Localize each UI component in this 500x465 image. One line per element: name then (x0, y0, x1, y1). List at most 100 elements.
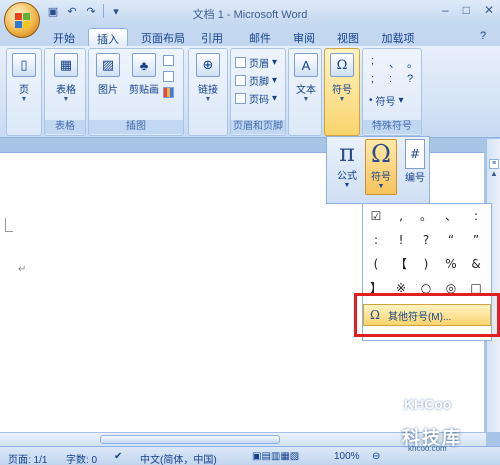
table-label: 表格 (56, 85, 76, 96)
numbering-label: 编号 (405, 173, 425, 184)
ribbon: ▯ 页 ▼ ▦ 表格 ▼ 表格 ▨ 图片 ♣ 剪贴画 插图 ⊕ 链接 ▼ 页眉 … (0, 46, 500, 138)
zoom-level[interactable]: 100% (334, 451, 360, 462)
gallery-symbol[interactable]: : (365, 230, 387, 250)
links-label: 链接 (198, 85, 218, 96)
special-symbol[interactable]: ; (371, 55, 374, 67)
scroll-up-icon[interactable]: ▲ (489, 169, 499, 181)
smartart-icon (163, 71, 174, 82)
footer-button[interactable]: 页脚 ▾ (235, 73, 277, 88)
page-number-button[interactable]: 页码 ▾ (235, 91, 277, 106)
page-icon: ▯ (12, 53, 36, 77)
view-buttons[interactable]: ▣▤▥▦▧ (252, 451, 299, 462)
watermark: KHCoo 科技库 khcoo.com (398, 396, 498, 453)
paragraph-mark: ↵ (18, 264, 27, 275)
group-links: ⊕ 链接 ▼ (188, 48, 228, 136)
gallery-symbol[interactable]: ” (465, 230, 487, 250)
tab-home[interactable]: 开始 (48, 28, 80, 46)
highlight-annotation (354, 293, 500, 337)
table-icon: ▦ (54, 53, 78, 77)
tab-references[interactable]: 引用 (198, 28, 226, 46)
smartart-button[interactable] (163, 71, 174, 82)
close-button[interactable]: ✕ (484, 3, 494, 17)
picture-label: 图片 (98, 85, 118, 96)
number-sign-glyph: # (404, 139, 426, 169)
scrollbar-thumb[interactable] (100, 435, 280, 444)
gallery-symbol[interactable]: 、 (440, 206, 462, 226)
pi-icon: π (339, 139, 355, 167)
symbol-label: 符号 (371, 172, 391, 183)
watermark-logo: KHCoo (404, 396, 452, 412)
header-label: 页眉 (249, 59, 269, 70)
tab-mailings[interactable]: 邮件 (246, 28, 274, 46)
numbering-button[interactable]: # 编号 (399, 139, 431, 195)
window-controls: – □ ✕ (442, 3, 494, 17)
chevron-down-icon: ▼ (204, 96, 212, 103)
zoom-out-icon[interactable]: ⊖ (372, 451, 380, 462)
gallery-symbol[interactable]: % (440, 254, 462, 274)
page-count[interactable]: 页面: 1/1 (8, 451, 47, 465)
tab-page-layout[interactable]: 页面布局 (138, 28, 188, 46)
clipart-button[interactable]: ♣ 剪贴画 (127, 53, 161, 96)
gallery-symbol[interactable]: , (390, 206, 412, 226)
gallery-symbol[interactable]: ☑ (365, 206, 387, 226)
window-title: 文档 1 - Microsoft Word (192, 9, 308, 21)
special-symbol[interactable]: ? (407, 73, 413, 85)
equation-button[interactable]: π 公式 ▼ (331, 139, 363, 195)
tab-addins[interactable]: 加载项 (378, 28, 418, 46)
gallery-symbol[interactable]: 【 (390, 254, 412, 274)
shapes-button[interactable] (163, 55, 174, 66)
special-symbol[interactable]: : (389, 73, 392, 85)
header-icon (235, 57, 246, 68)
maximize-button[interactable]: □ (463, 3, 470, 17)
links-button[interactable]: ⊕ 链接 ▼ (191, 53, 225, 103)
group-illustrations: ▨ 图片 ♣ 剪贴画 插图 (88, 48, 184, 136)
chart-button[interactable] (163, 87, 174, 98)
group-header-footer: 页眉 ▾ 页脚 ▾ 页码 ▾ 页眉和页脚 (230, 48, 286, 136)
gallery-symbol[interactable]: “ (440, 230, 462, 250)
minimize-button[interactable]: – (442, 3, 449, 17)
special-symbol[interactable]: ; (371, 73, 374, 85)
proofing-icon[interactable]: ✔ (114, 451, 122, 462)
tab-insert[interactable]: 插入 (88, 28, 128, 46)
gallery-symbol[interactable]: 。 (415, 206, 437, 226)
office-logo-icon (15, 13, 30, 28)
clipart-label: 剪贴画 (129, 85, 159, 96)
table-button[interactable]: ▦ 表格 ▼ (49, 53, 83, 103)
equation-label: 公式 (337, 171, 357, 182)
gallery-symbol[interactable]: ? (415, 230, 437, 250)
tab-review[interactable]: 审阅 (290, 28, 318, 46)
ruler-toggle-icon[interactable]: ≡ (489, 159, 499, 169)
group-label-special-symbols: 特殊符号 (363, 120, 421, 134)
margin-marker (5, 218, 13, 232)
chevron-down-icon: ▾ (272, 57, 278, 68)
tab-view[interactable]: 视图 (334, 28, 362, 46)
office-button[interactable] (4, 2, 40, 38)
chevron-down-icon: ▼ (62, 96, 70, 103)
page-number-label: 页码 (249, 95, 269, 106)
text-button[interactable]: A 文本 ▼ (289, 53, 323, 103)
word-count[interactable]: 字数: 0 (66, 451, 97, 465)
group-tables: ▦ 表格 ▼ 表格 (44, 48, 86, 136)
special-symbol[interactable]: 、 (389, 55, 400, 71)
gallery-symbol[interactable]: : (465, 206, 487, 226)
gallery-symbol[interactable]: ( (365, 254, 387, 274)
ribbon-tabs: 开始 插入 页面布局 引用 邮件 审阅 视图 加载项 ? (0, 26, 500, 46)
gallery-symbol[interactable]: ) (415, 254, 437, 274)
special-symbol[interactable]: 。 (407, 55, 418, 71)
more-special-symbols-button[interactable]: • 符号 ▾ (369, 93, 404, 108)
picture-button[interactable]: ▨ 图片 (91, 53, 125, 96)
text-box-icon: A (294, 53, 318, 77)
language-indicator[interactable]: 中文(简体，中国) (140, 451, 217, 465)
symbol-button[interactable]: Ω 符号 ▼ (365, 139, 397, 195)
header-button[interactable]: 页眉 ▾ (235, 55, 277, 70)
watermark-url: khcoo.com (408, 444, 447, 453)
chevron-down-icon: ▾ (272, 75, 278, 86)
group-special-symbols: ; 、 。 ; : ? • 符号 ▾ 特殊符号 (362, 48, 422, 136)
gallery-symbol[interactable]: ! (390, 230, 412, 250)
pages-button[interactable]: ▯ 页 ▼ (7, 53, 41, 103)
gallery-symbol[interactable]: & (465, 254, 487, 274)
symbols-button[interactable]: Ω 符号 ▼ (325, 53, 359, 103)
page-number-icon (235, 93, 246, 104)
group-label-header-footer: 页眉和页脚 (231, 120, 285, 134)
help-icon[interactable]: ? (476, 28, 490, 46)
